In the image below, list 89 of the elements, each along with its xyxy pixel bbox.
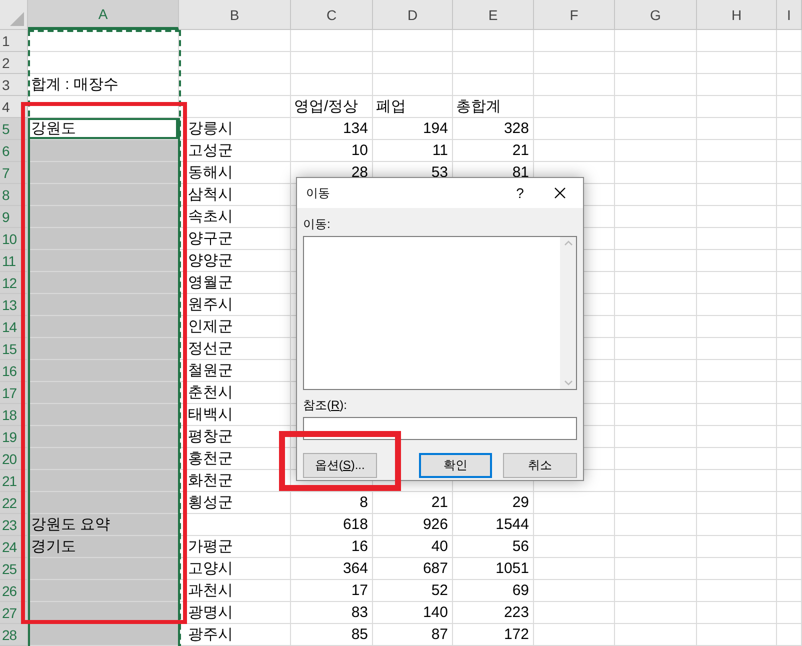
active-cell[interactable]: 강원도 (28, 118, 178, 139)
table-cell-text: 고성군 (187, 141, 234, 161)
scroll-down-icon[interactable] (564, 380, 572, 386)
table-cell-text: 화천군 (187, 471, 234, 491)
reference-label: 참조(R): (303, 397, 348, 413)
row-header[interactable]: 3 (0, 74, 28, 96)
table-cell-text: 철원군 (187, 361, 234, 381)
table-cell-text: 태백시 (187, 405, 234, 425)
row-header[interactable]: 28 (0, 624, 28, 646)
table-cell-text: 28 (350, 163, 369, 183)
table-cell-text: 춘천시 (187, 383, 234, 403)
dialog-title: 이동 (306, 184, 331, 202)
table-cell-text: 가평군 (187, 537, 234, 557)
table-cell-text: 83 (350, 603, 369, 623)
table-cell-text: 40 (430, 537, 449, 557)
table-cell-text: 속초시 (187, 207, 234, 227)
close-icon[interactable] (554, 187, 566, 199)
table-cell-text: 69 (511, 581, 530, 601)
column-header[interactable]: B (179, 0, 291, 30)
table-cell-text: 정선군 (187, 339, 234, 359)
table-cell-text: 16 (350, 537, 369, 557)
table-cell-text: 평창군 (187, 427, 234, 447)
table-cell-text: 134 (342, 119, 369, 139)
table-cell-text: 85 (350, 625, 369, 645)
dialog-button[interactable]: 옵션(S)... (303, 453, 377, 478)
table-cell-text: 687 (422, 559, 449, 579)
table-cell-text: 618 (342, 515, 369, 535)
table-cell-text: 횡성군 (187, 493, 234, 513)
column-header[interactable]: D (373, 0, 453, 30)
select-all-button[interactable] (0, 0, 28, 30)
cell-text: 강원도 요약 (31, 515, 110, 534)
table-cell-text: 과천시 (187, 581, 234, 601)
table-cell-text: 동해시 (187, 163, 234, 183)
table-cell-text: 21 (511, 141, 530, 161)
dialog-button[interactable]: 취소 (503, 453, 577, 478)
table-cell-text: 합계 : 매장수 (30, 75, 120, 95)
table-cell-text: 29 (511, 493, 530, 513)
table-cell-text: 81 (511, 163, 530, 183)
table-cell-text: 364 (342, 559, 369, 579)
table-cell-text: 광명시 (187, 603, 234, 623)
cell-text: 강원도 (31, 119, 76, 138)
column-header[interactable]: C (291, 0, 373, 30)
table-cell-text: 원주시 (187, 295, 234, 315)
help-button[interactable]: ? (503, 185, 537, 201)
scroll-up-icon[interactable] (564, 240, 572, 246)
column-header[interactable]: I (777, 0, 802, 30)
reference-field[interactable] (303, 417, 577, 440)
table-cell-text: 17 (350, 581, 369, 601)
table-cell-text: 영월군 (187, 273, 234, 293)
table-cell-text: 11 (431, 141, 449, 161)
table-cell-text: 328 (502, 119, 530, 139)
table-cell-text: 223 (502, 603, 530, 623)
table-cell-text: 21 (430, 493, 449, 513)
table-cell-text: 8 (358, 493, 369, 513)
dialog-button[interactable]: 확인 (418, 453, 492, 478)
table-cell-text: 194 (422, 119, 449, 139)
table-cell-text: 1051 (494, 559, 530, 579)
row-header[interactable]: 2 (0, 52, 28, 74)
column-header[interactable]: F (534, 0, 615, 30)
table-cell-text: 10 (350, 141, 369, 161)
column-header[interactable]: E (453, 0, 534, 30)
table-cell-text: 총합계 (455, 97, 502, 117)
table-cell-text: 강릉시 (187, 119, 234, 139)
table-cell-text: 양양군 (187, 251, 234, 271)
table-cell-text: 폐업 (375, 97, 407, 117)
table-cell-text: 172 (502, 625, 530, 645)
table-cell-text: 영업/정상 (293, 97, 360, 117)
table-cell-text: 삼척시 (187, 185, 234, 205)
table-cell-text: 광주시 (187, 625, 234, 645)
table-cell-text: 52 (430, 581, 449, 601)
column-header[interactable]: H (697, 0, 777, 30)
list-label: 이동: (303, 216, 332, 232)
select-all-icon[interactable] (10, 12, 24, 26)
table-cell-text: 1544 (494, 515, 530, 535)
table-cell-text: 53 (430, 163, 449, 183)
table-cell-text: 양구군 (187, 229, 234, 249)
cell-text: 경기도 (31, 537, 76, 556)
table-cell-text: 홍천군 (187, 449, 234, 469)
table-cell-text: 87 (430, 625, 449, 645)
column-header[interactable]: A (28, 0, 179, 30)
reference-list[interactable] (303, 236, 577, 390)
table-cell-text: 926 (422, 515, 449, 535)
table-cell-text: 140 (422, 603, 449, 623)
table-cell-text: 인제군 (187, 317, 234, 337)
column-header[interactable]: G (615, 0, 697, 30)
scrollbar[interactable] (560, 237, 576, 389)
table-cell-text: 56 (511, 537, 530, 557)
row-header[interactable]: 1 (0, 30, 28, 52)
table-cell-text: 고양시 (187, 559, 234, 579)
